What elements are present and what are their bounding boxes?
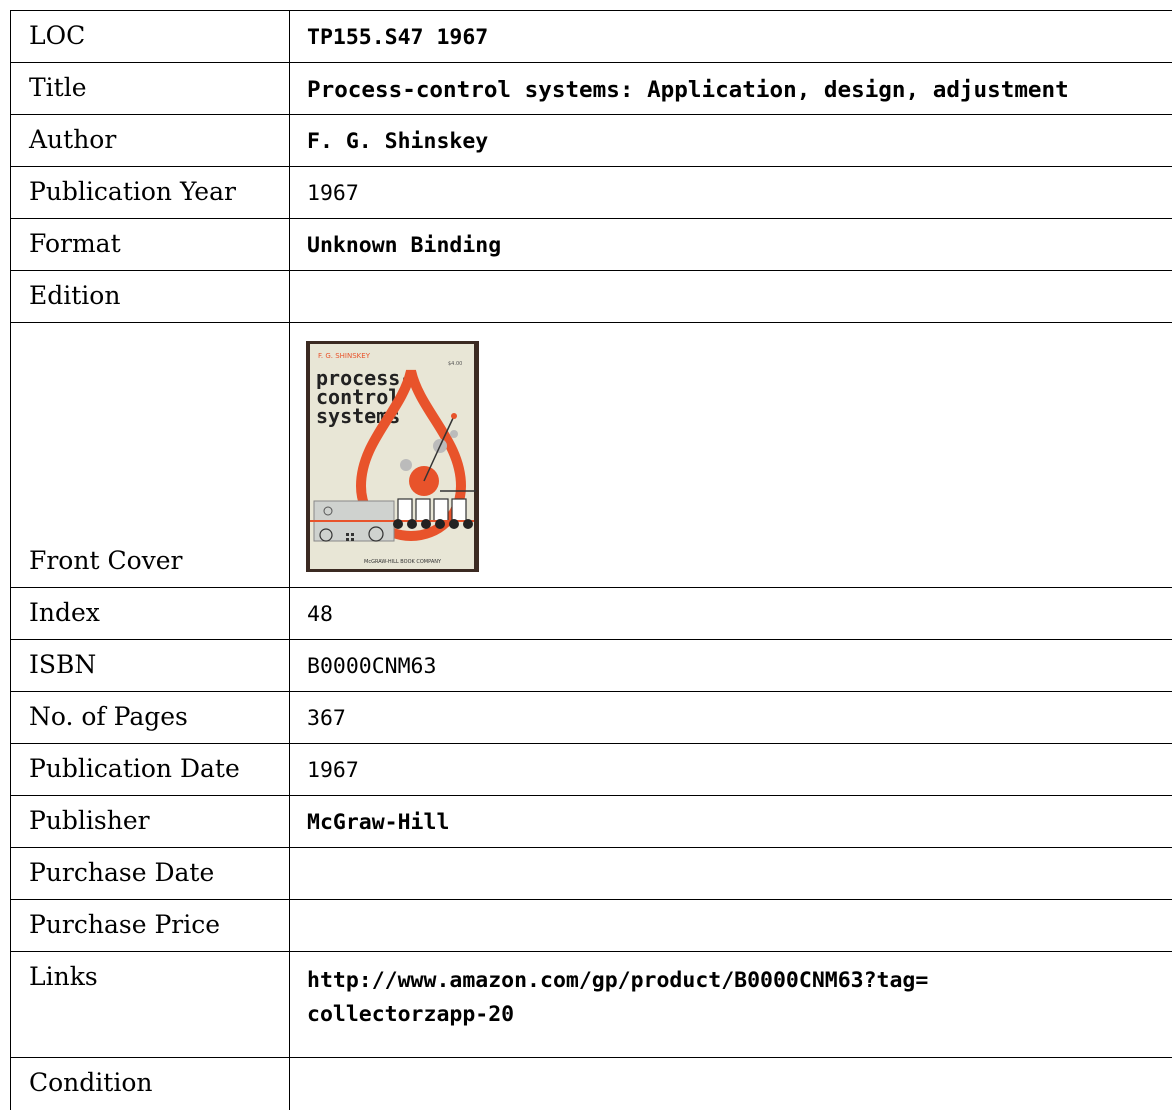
index-row: Index 48 — [11, 588, 1172, 640]
format-value: Unknown Binding — [307, 233, 502, 258]
front-cover-image[interactable]: F. G. SHINSKEY $4.00 process- control sy… — [306, 341, 479, 572]
author-value: F. G. Shinskey — [307, 129, 489, 154]
title-value: Process-control systems: Application, de… — [307, 77, 1069, 103]
publication-date-row: Publication Date 1967 — [11, 744, 1172, 796]
title-row: Title Process-control systems: Applicati… — [11, 63, 1172, 115]
front-cover-image-container: F. G. SHINSKEY $4.00 process- control sy… — [290, 323, 479, 587]
isbn-row: ISBN B0000CNM63 — [11, 640, 1172, 692]
publication-year-value: 1967 — [307, 181, 359, 206]
author-row: Author F. G. Shinskey — [11, 115, 1172, 167]
edition-label: Edition — [11, 271, 290, 322]
purchase-price-value — [290, 900, 1172, 951]
condition-label: Condition — [11, 1058, 290, 1110]
pages-label: No. of Pages — [11, 692, 290, 743]
links-row: Links http://www.amazon.com/gp/product/B… — [11, 952, 1172, 1058]
publication-year-label: Publication Year — [11, 167, 290, 218]
book-details-table: LOC TP155.S47 1967 Title Process-control… — [10, 10, 1172, 1110]
cover-publisher-text: McGRAW-HILL BOOK COMPANY — [364, 559, 442, 565]
isbn-value: B0000CNM63 — [307, 654, 437, 679]
publication-date-value: 1967 — [307, 758, 359, 783]
purchase-price-label: Purchase Price — [11, 900, 290, 951]
front-cover-row: Front Cover F. G. SHINSKEY $4.00 process… — [11, 323, 1172, 588]
cover-price-text: $4.00 — [448, 361, 462, 367]
index-label: Index — [11, 588, 290, 639]
title-label: Title — [11, 63, 290, 114]
edition-value — [290, 271, 1172, 322]
purchase-price-row: Purchase Price — [11, 900, 1172, 952]
condition-value — [290, 1058, 1172, 1110]
front-cover-label: Front Cover — [11, 323, 290, 587]
edition-row: Edition — [11, 271, 1172, 323]
format-row: Format Unknown Binding — [11, 219, 1172, 271]
loc-label: LOC — [11, 11, 290, 62]
pages-value: 367 — [307, 706, 346, 731]
links-value[interactable]: http://www.amazon.com/gp/product/B0000CN… — [290, 952, 1172, 1057]
isbn-label: ISBN — [11, 640, 290, 691]
purchase-date-row: Purchase Date — [11, 848, 1172, 900]
index-value: 48 — [307, 602, 333, 627]
loc-row: LOC TP155.S47 1967 — [11, 11, 1172, 63]
loc-value: TP155.S47 1967 — [307, 25, 489, 50]
links-label: Links — [11, 952, 290, 1057]
publisher-row: Publisher McGraw-Hill — [11, 796, 1172, 848]
pages-row: No. of Pages 367 — [11, 692, 1172, 744]
cover-author-text: F. G. SHINSKEY — [318, 352, 371, 360]
format-label: Format — [11, 219, 290, 270]
publication-date-label: Publication Date — [11, 744, 290, 795]
publisher-label: Publisher — [11, 796, 290, 847]
purchase-date-value — [290, 848, 1172, 899]
purchase-date-label: Purchase Date — [11, 848, 290, 899]
publisher-value: McGraw-Hill — [307, 810, 450, 835]
condition-row: Condition — [11, 1058, 1172, 1110]
author-label: Author — [11, 115, 290, 166]
publication-year-row: Publication Year 1967 — [11, 167, 1172, 219]
